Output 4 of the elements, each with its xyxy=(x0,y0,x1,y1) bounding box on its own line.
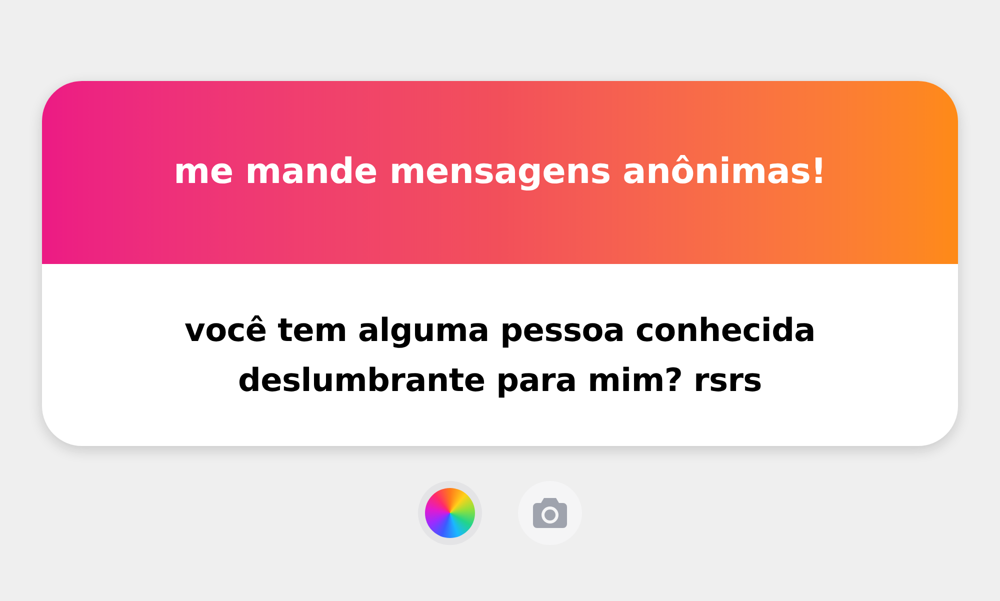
card-title: me mande mensagens anônimas! xyxy=(174,150,826,194)
color-wheel-icon xyxy=(425,488,475,538)
camera-icon xyxy=(533,498,567,528)
message-text: você tem alguma pessoa conhecida deslumbrante para mim? rsrs xyxy=(184,310,816,401)
